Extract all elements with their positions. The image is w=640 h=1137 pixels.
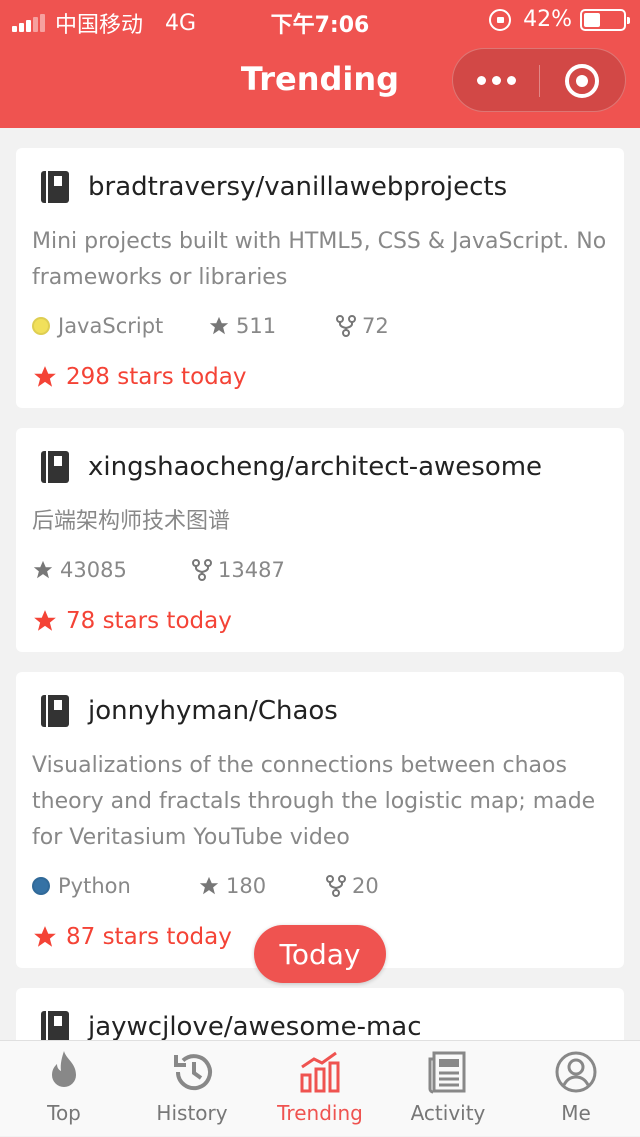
forks-count: 20 [352,874,379,898]
tab-label: Activity [410,1101,486,1125]
repo-forks: 72 [336,314,389,338]
star-icon [34,366,56,387]
repo-card[interactable]: jaywcjlove/awesome-mac [16,988,624,1040]
repo-card[interactable]: jonnyhyman/Chaos Visualizations of the c… [16,672,624,968]
bar-chart-icon [300,1051,340,1093]
repo-title: jaywcjlove/awesome-mac [40,1010,422,1040]
stars-count: 180 [226,874,267,898]
mini-program-capsule [452,48,626,112]
tab-trending[interactable]: Trending [256,1041,384,1137]
stars-today: 87 stars today [32,924,232,950]
stars-today-label: 78 stars today [66,608,232,634]
repo-meta: 43085 13487 [32,558,285,582]
repo-description: Visualizations of the connections betwee… [32,753,596,850]
newspaper-icon [428,1051,466,1094]
repo-title: jonnyhyman/Chaos [40,694,338,728]
star-icon [199,876,219,895]
tab-activity[interactable]: Activity [384,1041,512,1137]
close-mini-program-button[interactable] [565,64,599,98]
repo-stars: 180 [198,874,326,898]
battery-icon [580,8,630,31]
repo-stars: 43085 [32,558,192,582]
repo-forks: 13487 [192,558,285,582]
stars-count: 511 [236,314,277,338]
star-icon [34,926,56,947]
status-right: 42% [489,7,630,32]
more-dots-icon [476,75,486,85]
repo-name[interactable]: jonnyhyman/Chaos [88,696,338,726]
fork-icon [326,875,346,897]
trending-list[interactable]: bradtraversy/vanillawebprojects Mini pro… [0,128,640,1040]
repo-forks: 20 [326,874,379,898]
repo-language: Python [32,874,198,898]
star-icon [33,560,53,579]
stars-today-label: 298 stars today [66,364,247,390]
fork-icon [336,315,356,337]
tab-label: Me [561,1101,591,1125]
tab-me[interactable]: Me [512,1041,640,1137]
capsule-divider [539,65,540,97]
repo-language: JavaScript [32,314,208,338]
language-dot [32,317,50,335]
book-icon [41,1011,69,1040]
repo-name[interactable]: xingshaocheng/architect-awesome [88,452,542,482]
book-icon [41,451,69,483]
repo-title: bradtraversy/vanillawebprojects [40,170,507,204]
repo-description: 后端架构师技术图谱 [32,509,231,534]
today-filter-button[interactable]: Today [254,925,386,983]
star-icon [209,316,229,335]
forks-count: 72 [362,314,389,338]
star-icon [34,610,56,631]
repo-stars: 511 [208,314,336,338]
book-icon [41,171,69,203]
language-label: JavaScript [58,314,164,338]
language-label: Python [58,874,131,898]
tab-label: Top [47,1101,81,1125]
battery-percent: 42% [523,7,572,32]
tab-bar: Top History Trending Activity Me [0,1040,640,1136]
nav-bar: Trending [0,40,640,128]
language-dot [32,877,50,895]
tab-history[interactable]: History [128,1041,256,1137]
repo-meta: JavaScript 511 72 [32,314,389,338]
repo-name[interactable]: jaywcjlove/awesome-mac [88,1012,422,1040]
repo-title: xingshaocheng/architect-awesome [40,450,542,484]
status-bar: 中国移动 4G 下午7:06 42% [0,0,640,40]
stars-today-label: 87 stars today [66,924,232,950]
rotation-lock-icon [489,8,512,31]
repo-description: Mini projects built with HTML5, CSS & Ja… [32,229,607,290]
stars-today: 298 stars today [32,364,246,390]
forks-count: 13487 [218,558,285,582]
tab-label: Trending [277,1101,363,1125]
repo-meta: Python 180 20 [32,874,379,898]
user-icon [555,1051,597,1093]
repo-name[interactable]: bradtraversy/vanillawebprojects [88,172,507,202]
history-icon [174,1054,212,1091]
book-icon [41,695,69,727]
tab-label: History [156,1101,228,1125]
stars-today: 78 stars today [32,608,232,634]
fork-icon [192,559,212,581]
tab-top[interactable]: Top [0,1041,128,1137]
repo-card[interactable]: xingshaocheng/architect-awesome 后端架构师技术图… [16,428,624,652]
stars-count: 43085 [60,558,127,582]
repo-card[interactable]: bradtraversy/vanillawebprojects Mini pro… [16,148,624,408]
fire-icon [52,1051,76,1087]
more-options-button[interactable] [453,49,539,111]
